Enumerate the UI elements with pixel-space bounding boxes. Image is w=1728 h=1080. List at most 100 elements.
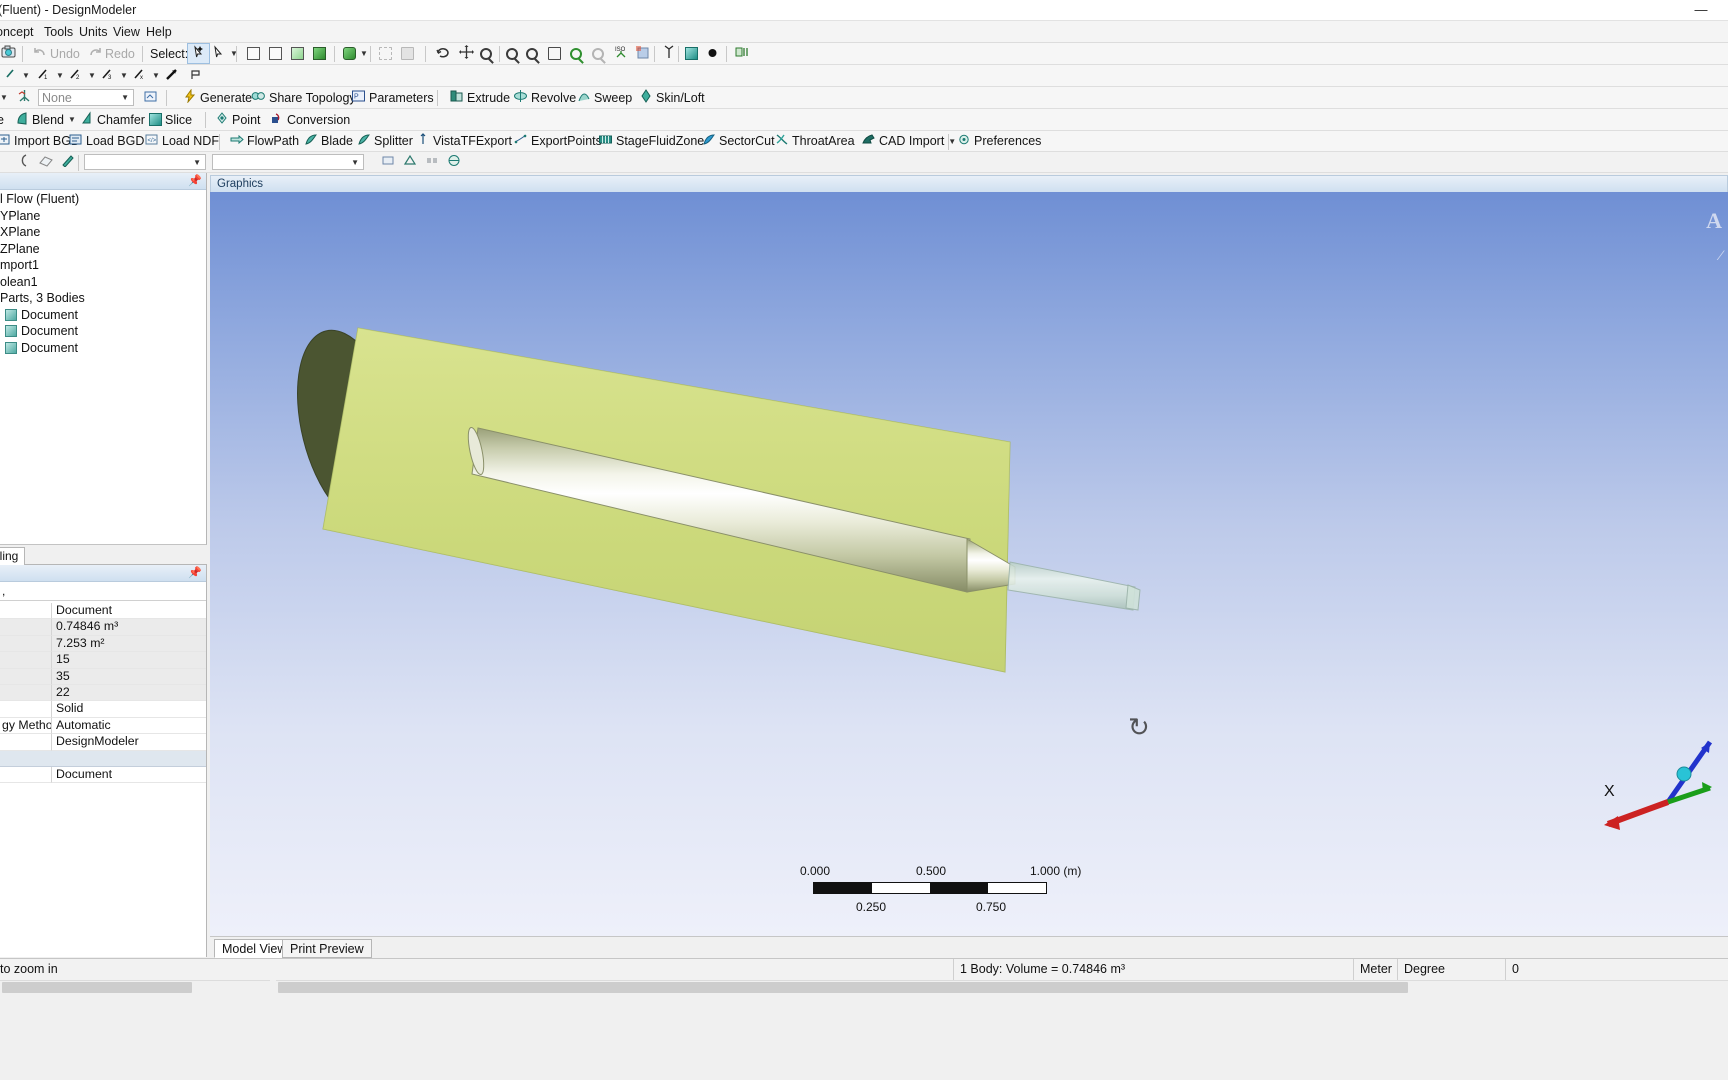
preferences-button[interactable]: Preferences xyxy=(954,131,1044,151)
undo-button[interactable]: Undo xyxy=(30,43,83,64)
menu-item-concept[interactable]: oncept xyxy=(0,25,34,39)
tree-item-body-3[interactable]: Document xyxy=(0,340,206,357)
tree-item-body-1[interactable]: Document xyxy=(0,307,206,324)
table-row[interactable]: gy Method Automatic xyxy=(0,717,206,735)
tree-item-yzplane[interactable]: ZPlane xyxy=(0,241,206,258)
tree-item-fluid-flow[interactable]: l Flow (Fluent) xyxy=(0,191,206,208)
display-plane-button[interactable] xyxy=(682,43,701,64)
revolve-button[interactable]: Revolve xyxy=(510,87,579,108)
pan-button[interactable] xyxy=(456,43,477,64)
sketch-projection-button[interactable] xyxy=(140,87,161,108)
generate-button[interactable]: Generate xyxy=(180,87,255,108)
plane-dropdown-arrow[interactable]: ▼ xyxy=(0,87,11,108)
new-sketch-button[interactable] xyxy=(14,87,35,108)
blade-button[interactable]: Blade xyxy=(301,131,356,151)
zoom-button[interactable] xyxy=(477,43,495,64)
vista-tf-export-button[interactable]: VistaTFExport xyxy=(415,131,515,151)
cross-section-alignment-button[interactable] xyxy=(444,152,464,172)
tree-pin-icon[interactable]: 📌 xyxy=(188,174,202,187)
menu-item-units[interactable]: Units xyxy=(79,25,107,39)
menu-item-help[interactable]: Help xyxy=(146,25,172,39)
splitter-button[interactable]: Splitter xyxy=(354,131,416,151)
main-hscroll-thumb[interactable] xyxy=(278,982,1408,993)
tree-item-boolean1[interactable]: olean1 xyxy=(0,274,206,291)
throat-area-button[interactable]: ThroatArea xyxy=(772,131,858,151)
point-button[interactable]: Point xyxy=(212,109,264,130)
planex-button[interactable]: x ▼ xyxy=(130,65,163,86)
plane2-button[interactable]: 2 ▼ xyxy=(66,65,99,86)
hit-select-button[interactable] xyxy=(398,43,417,64)
table-row[interactable]: DesignModeler xyxy=(0,734,206,751)
select-edge-button[interactable] xyxy=(266,43,285,64)
menu-item-view[interactable]: View xyxy=(113,25,140,39)
extend-selection-button[interactable]: ▼ xyxy=(340,43,371,64)
stage-fluid-zone-button[interactable]: StageFluidZone xyxy=(595,131,707,151)
blend-button[interactable]: Blend ▼ xyxy=(12,109,79,130)
plane1-button[interactable]: 1 ▼ xyxy=(34,65,67,86)
details-pin-icon[interactable]: 📌 xyxy=(188,566,202,579)
tab-modeling[interactable]: eling xyxy=(0,547,26,565)
look-at-button[interactable] xyxy=(632,43,652,64)
flag-button[interactable] xyxy=(186,65,206,86)
sweep-button[interactable]: Sweep xyxy=(574,87,635,108)
conversion-button[interactable]: Conversion xyxy=(267,109,353,130)
surface-body-button[interactable] xyxy=(36,152,56,172)
show-vertices-button[interactable] xyxy=(378,152,398,172)
load-bgd-button[interactable]: Load BGD xyxy=(65,131,147,151)
wireframe-button[interactable] xyxy=(400,152,420,172)
export-points-button[interactable]: ExportPoints xyxy=(510,131,605,151)
tab-print-preview[interactable]: Print Preview xyxy=(282,939,372,958)
table-row[interactable]: Solid xyxy=(0,701,206,718)
tree-filter-input[interactable]: ▼ xyxy=(84,154,206,170)
new-plane-button[interactable]: ▼ xyxy=(2,65,33,86)
next-view-button[interactable] xyxy=(589,43,607,64)
main-hscrollbar[interactable] xyxy=(276,980,1728,993)
highlight-body-button[interactable] xyxy=(58,152,78,172)
edge-joints-button[interactable] xyxy=(422,152,442,172)
point-display-button[interactable] xyxy=(703,43,722,64)
sketch-arc-button[interactable] xyxy=(14,152,33,172)
tree-item-import1[interactable]: mport1 xyxy=(0,257,206,274)
select-vertex-button[interactable] xyxy=(244,43,263,64)
camera-button[interactable] xyxy=(0,43,19,64)
share-topology-button[interactable]: Share Topology xyxy=(248,87,359,108)
previous-view-button[interactable] xyxy=(567,43,585,64)
single-select-button[interactable] xyxy=(187,43,210,64)
slice-button[interactable]: Slice xyxy=(146,109,195,130)
table-row[interactable]: Document xyxy=(0,766,206,784)
zoom-to-fit-button[interactable] xyxy=(545,43,564,64)
table-row[interactable]: 7.253 m² xyxy=(0,635,206,653)
pin-button[interactable] xyxy=(162,65,182,86)
table-row[interactable]: Document xyxy=(0,603,206,620)
left-hscroll-thumb[interactable] xyxy=(2,982,192,993)
table-row[interactable]: 0.74846 m³ xyxy=(0,619,206,636)
tree-item-parts-bodies[interactable]: Parts, 3 Bodies xyxy=(0,290,206,307)
ruler-button[interactable] xyxy=(732,43,754,64)
skin-loft-button[interactable]: Skin/Loft xyxy=(636,87,708,108)
flowpath-button[interactable]: FlowPath xyxy=(226,131,302,151)
left-hscrollbar[interactable] xyxy=(0,980,270,993)
redo-button[interactable]: Redo xyxy=(85,43,138,64)
graphics-filter-input[interactable]: ▼ xyxy=(212,154,364,170)
tree-item-body-2[interactable]: Document xyxy=(0,323,206,340)
chamfer-button[interactable]: Chamfer xyxy=(77,109,148,130)
iso-view-button[interactable]: ISO xyxy=(610,43,632,64)
table-row[interactable]: 15 xyxy=(0,652,206,669)
axes-button[interactable] xyxy=(659,43,679,64)
table-row[interactable]: 35 xyxy=(0,668,206,685)
frame-select-button[interactable] xyxy=(376,43,395,64)
rotate-button[interactable] xyxy=(432,43,453,64)
cad-import-button[interactable]: CAD Import ▼ xyxy=(858,131,959,151)
select-face-button[interactable] xyxy=(288,43,307,64)
tree-item-zxplane[interactable]: XPlane xyxy=(0,224,206,241)
table-row[interactable]: 22 xyxy=(0,684,206,702)
zoom-to-box-button[interactable] xyxy=(523,43,541,64)
minimize-button[interactable]: — xyxy=(1686,0,1716,21)
sector-cut-button[interactable]: SectorCut xyxy=(699,131,778,151)
select-body-button[interactable] xyxy=(310,43,329,64)
parameters-button[interactable]: P Parameters xyxy=(348,87,437,108)
active-plane-select[interactable]: None ▼ xyxy=(38,89,134,106)
coordinate-triad[interactable]: X xyxy=(1560,724,1720,854)
extrude-button[interactable]: Extrude xyxy=(446,87,513,108)
load-ndf-button[interactable]: </> Load NDF xyxy=(141,131,222,151)
